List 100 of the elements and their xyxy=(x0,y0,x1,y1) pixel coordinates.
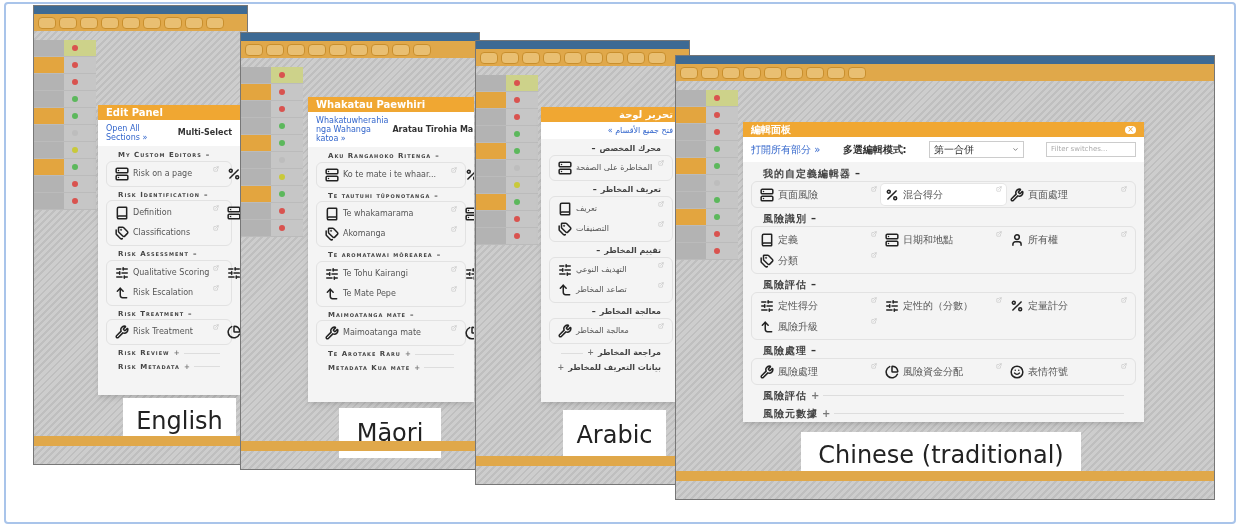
editor-item[interactable]: 所有權 xyxy=(1006,229,1131,250)
table-row[interactable] xyxy=(34,57,96,74)
open-all-sections-link[interactable]: 打開所有部分 » xyxy=(751,142,821,157)
editor-item[interactable]: Qualitative Scoring xyxy=(111,262,223,283)
section-toggle[interactable]: – xyxy=(591,143,596,155)
editor-item[interactable]: Risk Escalation xyxy=(111,282,223,303)
table-row[interactable] xyxy=(34,40,96,57)
editor-item[interactable]: Akomanga xyxy=(321,224,461,244)
editor-item[interactable]: 表情符號 xyxy=(1006,361,1131,382)
table-row[interactable] xyxy=(34,193,96,210)
editor-item[interactable]: 分類 xyxy=(756,250,881,271)
table-row[interactable] xyxy=(476,92,538,109)
edit-corner-icon xyxy=(658,282,664,288)
section-toggle[interactable]: – xyxy=(592,184,597,196)
editor-item[interactable]: Ko te mate i te whaar... xyxy=(321,164,461,185)
editor-item[interactable]: Te Tohu Kairangi xyxy=(321,263,461,284)
table-row[interactable] xyxy=(676,175,738,192)
edit-corner-icon xyxy=(213,264,219,271)
edit-corner-icon xyxy=(871,318,877,324)
section-toggle[interactable]: – xyxy=(811,277,816,292)
table-row[interactable] xyxy=(476,109,538,126)
edit-corner-icon xyxy=(658,221,664,227)
editor-item[interactable]: المخاطرة على الصفحة xyxy=(554,158,668,178)
editor-item[interactable]: 頁面處理 xyxy=(1006,184,1131,205)
editor-item[interactable]: 定義 xyxy=(756,229,881,250)
table-row[interactable] xyxy=(676,141,738,158)
editor-item[interactable]: 混合得分 xyxy=(881,184,1006,205)
editor-item[interactable]: 頁面風險 xyxy=(756,184,881,205)
edit-corner-icon xyxy=(1121,186,1127,192)
editor-item[interactable]: 定性得分 xyxy=(756,295,881,316)
edit-corner-icon xyxy=(996,297,1002,303)
mode-dropdown[interactable]: 第一合併 xyxy=(928,141,1024,158)
table-row[interactable] xyxy=(476,126,538,143)
editor-item[interactable]: Te Mate Pepe xyxy=(321,283,461,304)
table-row[interactable] xyxy=(241,118,303,135)
panel-title: Edit Panel xyxy=(106,106,163,120)
table-row[interactable] xyxy=(34,176,96,193)
editor-item[interactable]: تعريف xyxy=(554,199,668,219)
table-row[interactable] xyxy=(241,135,303,152)
editor-item[interactable]: 風險處理 xyxy=(756,361,881,382)
table-row[interactable] xyxy=(676,226,738,243)
table-row[interactable] xyxy=(34,91,96,108)
table-row[interactable] xyxy=(34,142,96,159)
editor-item[interactable]: 風險資金分配 xyxy=(881,361,1006,382)
open-all-sections-link[interactable]: Whakatuwherahia nga Wahanga katoa » xyxy=(316,116,389,143)
editor-item[interactable]: التهديف النوعي xyxy=(554,260,668,280)
table-row[interactable] xyxy=(676,243,738,260)
table-row[interactable] xyxy=(34,159,96,176)
table-row[interactable] xyxy=(34,108,96,125)
section-toggle[interactable]: – xyxy=(811,343,816,358)
editor-item[interactable]: معالجة المخاطر xyxy=(554,321,668,341)
user-icon xyxy=(1010,232,1024,247)
editor-item[interactable]: تصاعد المخاطر xyxy=(554,280,668,300)
edit-corner-icon xyxy=(451,226,457,232)
table-row[interactable] xyxy=(34,125,96,142)
editor-item[interactable]: 日期和地點 xyxy=(881,229,1006,250)
table-row[interactable] xyxy=(241,101,303,118)
section-toggle[interactable]: – xyxy=(855,166,860,181)
book-icon xyxy=(115,206,129,220)
section-title: تقييم المخاطر xyxy=(604,245,661,257)
multi-select-label: Aratau Tīrohia Ma xyxy=(392,123,474,136)
editor-item[interactable]: Te whakamarama xyxy=(321,204,461,224)
tag-icon xyxy=(115,226,129,240)
table-row[interactable] xyxy=(476,75,538,92)
stacked-bars-icon xyxy=(325,167,339,182)
editor-item[interactable]: 定量計分 xyxy=(1006,295,1131,316)
open-all-sections-link[interactable]: Open All Sections » xyxy=(106,124,174,142)
section-title: 風險評估 xyxy=(763,389,807,403)
section-toggle[interactable]: + xyxy=(587,347,594,359)
editor-item[interactable]: Risk on a page xyxy=(111,163,223,184)
table-row[interactable] xyxy=(676,124,738,141)
table-row[interactable] xyxy=(676,107,738,124)
edit-corner-icon xyxy=(871,231,877,237)
edit-corner-icon xyxy=(996,231,1002,237)
sliders-icon xyxy=(558,263,572,277)
table-row[interactable] xyxy=(676,192,738,209)
section-toggle[interactable]: – xyxy=(591,306,596,318)
section-toggle[interactable]: + xyxy=(811,388,820,403)
edit-corner-icon xyxy=(451,285,457,292)
section-toggle[interactable]: – xyxy=(596,245,601,257)
section-toggle[interactable]: + xyxy=(557,362,565,374)
edit-corner-icon xyxy=(871,252,877,258)
section-toggle[interactable]: + xyxy=(822,406,831,421)
editor-item[interactable]: Classifications xyxy=(111,223,223,243)
editor-item[interactable]: 定性的（分數） xyxy=(881,295,1006,316)
tag-icon xyxy=(558,222,572,236)
editor-item[interactable]: Definition xyxy=(111,203,223,223)
section-toggle[interactable]: – xyxy=(811,211,816,226)
editor-item[interactable]: Maimoatanga mate xyxy=(321,323,461,343)
table-row[interactable] xyxy=(241,67,303,84)
percent-icon xyxy=(227,166,240,181)
table-row[interactable] xyxy=(241,84,303,101)
editor-item[interactable]: التصنيفات xyxy=(554,219,668,239)
table-row[interactable] xyxy=(676,209,738,226)
stacked-bars-icon xyxy=(558,161,572,175)
table-row[interactable] xyxy=(676,90,738,107)
editor-item[interactable]: Risk Treatment xyxy=(111,322,223,342)
table-row[interactable] xyxy=(676,158,738,175)
table-row[interactable] xyxy=(34,74,96,91)
editor-item[interactable]: 風險升級 xyxy=(756,316,881,337)
